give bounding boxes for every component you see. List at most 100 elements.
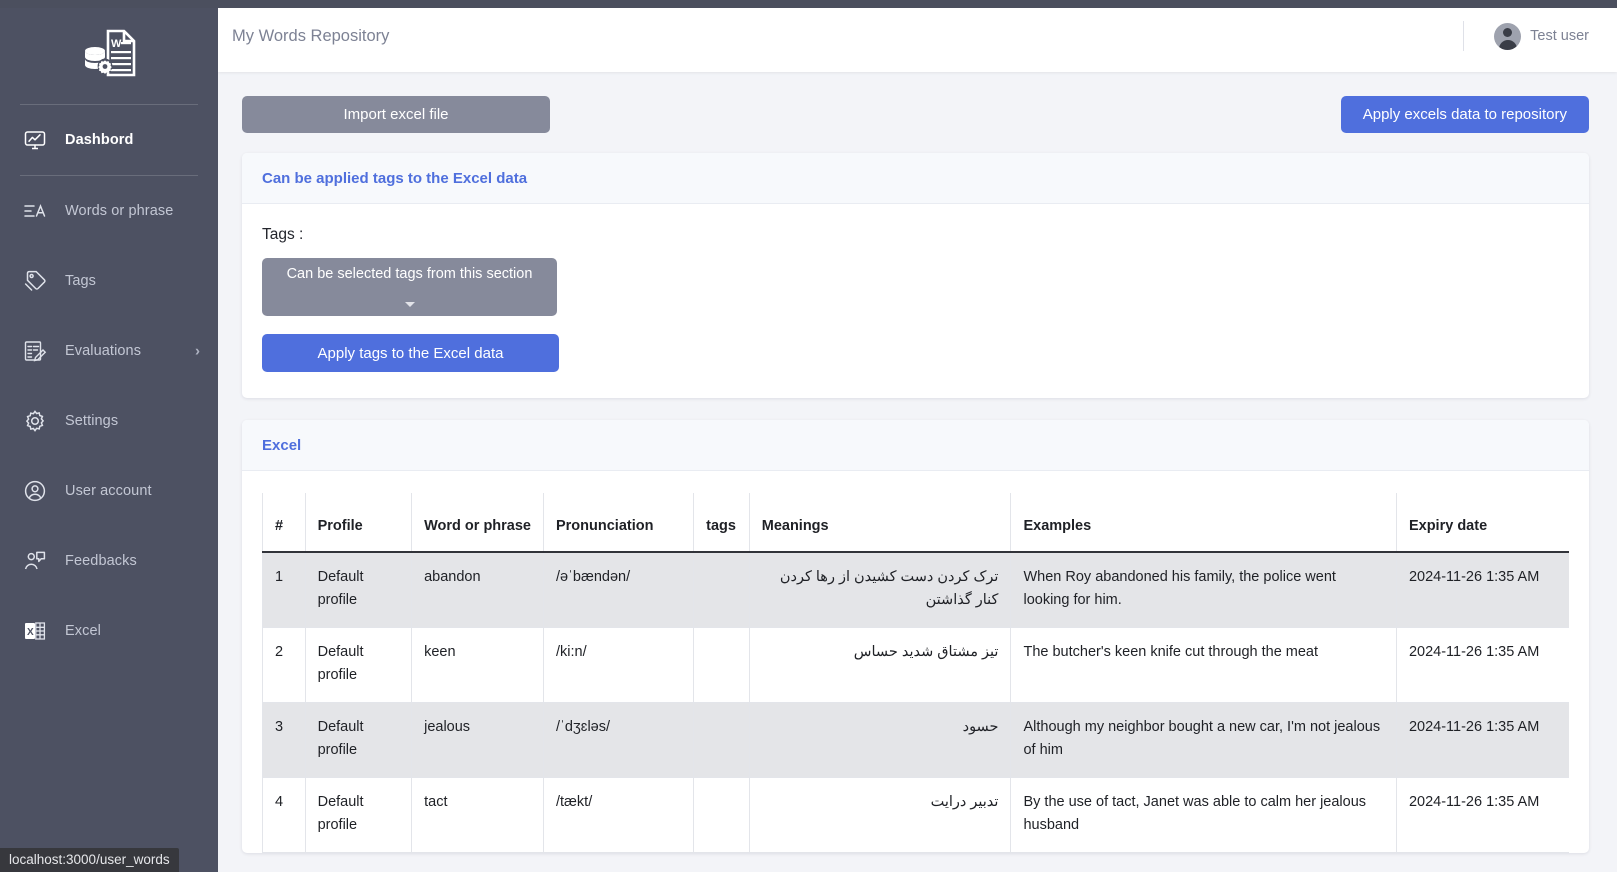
- cell-tags: [693, 702, 750, 778]
- cell-tags: [693, 777, 750, 853]
- import-excel-file-button[interactable]: Import excel file: [242, 96, 550, 133]
- cell-number: 4: [262, 777, 306, 853]
- window-top-strip: [0, 0, 1617, 8]
- apply-excels-data-to-repository-button[interactable]: Apply excels data to repository: [1340, 96, 1589, 133]
- column-header-profile: Profile: [304, 493, 412, 554]
- cell-profile: Default profile: [304, 552, 412, 629]
- svg-text:X: X: [27, 627, 34, 638]
- cell-expiry-date: 2024-11-26 1:35 AM: [1395, 627, 1569, 704]
- cell-number: 1: [262, 552, 306, 629]
- column-header-expiry-date: Expiry date: [1395, 493, 1569, 554]
- tags-card-body: Tags : Can be selected tags from this se…: [242, 204, 1589, 398]
- sidebar-item-settings[interactable]: Settings: [0, 386, 218, 456]
- page-content: Import excel file Apply excels data to r…: [218, 72, 1617, 853]
- cell-profile: Default profile: [304, 777, 412, 853]
- cell-pronunciation: /ˈdʒɛləs/: [542, 702, 694, 778]
- column-header-tags: tags: [693, 493, 750, 554]
- sidebar-item-label: Tags: [65, 273, 97, 289]
- sidebar-item-words-or-phrase[interactable]: Words or phrase: [0, 176, 218, 246]
- excel-table: # Profile Word or phrase Pronunciation t…: [262, 493, 1569, 853]
- column-header-number: #: [262, 493, 306, 554]
- page-title: My Words Repository: [232, 26, 390, 45]
- excel-table-head: # Profile Word or phrase Pronunciation t…: [262, 493, 1569, 554]
- excel-card-title: Excel: [242, 420, 1589, 471]
- table-row[interactable]: 1 Default profile abandon/əˈbændən/ترک کرد…: [262, 552, 1569, 629]
- header-user-area[interactable]: Test user: [1463, 15, 1589, 57]
- cell-number: 2: [262, 627, 306, 704]
- cell-meanings: تیز مشتاق شدید حساس: [748, 627, 1011, 704]
- column-header-examples: Examples: [1010, 493, 1397, 554]
- cell-meanings: ترک کردن دست کشیدن از رها کردن کنار گذاش…: [748, 552, 1011, 629]
- cell-word-or-phrase: abandon: [411, 552, 544, 629]
- browser-status-bar-url: localhost:3000/user_words: [0, 848, 179, 872]
- sidebar-item-feedbacks[interactable]: Feedbacks: [0, 526, 218, 596]
- sidebar-item-label: Words or phrase: [65, 203, 174, 219]
- excel-file-icon: X: [14, 619, 56, 643]
- main-region: My Words Repository Test user Import exc…: [218, 0, 1617, 872]
- cell-examples: By the use of tact, Janet was able to ca…: [1010, 777, 1397, 853]
- excel-card: Excel # Profile Word or phrase Pronuncia…: [242, 420, 1589, 853]
- cell-word-or-phrase: keen: [411, 627, 544, 704]
- svg-text:W: W: [111, 38, 122, 50]
- cell-examples: When Roy abandoned his family, the polic…: [1010, 552, 1397, 629]
- cell-pronunciation: /əˈbændən/: [542, 552, 694, 629]
- sidebar-item-label: Evaluations: [65, 343, 142, 359]
- user-speech-bubble-icon: [14, 549, 56, 573]
- cell-expiry-date: 2024-11-26 1:35 AM: [1395, 552, 1569, 629]
- database-document-gear-icon: W: [78, 21, 140, 83]
- cell-number: 3: [262, 702, 306, 778]
- table-header-row: # Profile Word or phrase Pronunciation t…: [262, 493, 1569, 554]
- table-row[interactable]: 2 Default profile keen/ki:n/تیز مشتاق شدید…: [262, 627, 1569, 704]
- avatar: [1494, 22, 1522, 50]
- tags-label: Tags :: [262, 226, 304, 243]
- sidebar-item-label: User account: [65, 483, 152, 499]
- app-logo[interactable]: W: [0, 0, 218, 104]
- list-text-a-icon: [14, 199, 56, 223]
- header-divider: [1463, 21, 1465, 51]
- table-row[interactable]: 4 Default profile tact/tækt/تدبیر درایت By …: [262, 777, 1569, 853]
- sidebar-item-excel[interactable]: X Excel: [0, 596, 218, 666]
- tags-card-title: Can be applied tags to the Excel data: [242, 153, 1589, 204]
- cell-tags: [693, 552, 750, 629]
- sidebar: W Dashbord Words or phrase Tags Evaluati…: [0, 0, 218, 872]
- sidebar-item-dashbord[interactable]: Dashbord: [0, 105, 218, 175]
- cell-tags: [693, 627, 750, 704]
- cell-examples: The butcher's keen knife cut through the…: [1010, 627, 1397, 704]
- tags-select[interactable]: Can be selected tags from this section: [262, 258, 557, 316]
- cell-expiry-date: 2024-11-26 1:35 AM: [1395, 702, 1569, 778]
- column-header-meanings: Meanings: [748, 493, 1011, 554]
- toolbar: Import excel file Apply excels data to r…: [242, 96, 1589, 133]
- sidebar-item-user-account[interactable]: User account: [0, 456, 218, 526]
- excel-table-wrap: # Profile Word or phrase Pronunciation t…: [242, 471, 1589, 853]
- cell-meanings: تدبیر درایت: [748, 777, 1011, 853]
- exam-paper-pencil-icon: [14, 339, 56, 363]
- table-row[interactable]: 3 Default profile jealous/ˈdʒɛləs/حسود Alth…: [262, 702, 1569, 778]
- user-circle-icon: [14, 479, 56, 503]
- cell-word-or-phrase: jealous: [411, 702, 544, 778]
- tag-icon: [14, 269, 56, 293]
- cell-pronunciation: /ki:n/: [542, 627, 694, 704]
- cell-pronunciation: /tækt/: [542, 777, 694, 853]
- cell-profile: Default profile: [304, 702, 412, 778]
- sidebar-item-label: Excel: [65, 623, 101, 639]
- tags-select-value: Can be selected tags from this section: [286, 266, 533, 282]
- monitor-chart-icon: [14, 128, 56, 152]
- sidebar-item-tags[interactable]: Tags: [0, 246, 218, 316]
- cell-word-or-phrase: tact: [411, 777, 544, 853]
- apply-tags-to-excel-data-button[interactable]: Apply tags to the Excel data: [262, 334, 559, 372]
- tags-card: Can be applied tags to the Excel data Ta…: [242, 153, 1589, 398]
- gear-icon: [14, 409, 56, 433]
- sidebar-item-evaluations[interactable]: Evaluations ›: [0, 316, 218, 386]
- chevron-right-icon[interactable]: ›: [195, 343, 200, 360]
- cell-meanings: حسود: [748, 702, 1011, 778]
- cell-profile: Default profile: [304, 627, 412, 704]
- sidebar-item-label: Settings: [65, 413, 119, 429]
- chevron-down-icon: [404, 302, 415, 307]
- sidebar-item-label: Feedbacks: [65, 553, 137, 569]
- cell-examples: Although my neighbor bought a new car, I…: [1010, 702, 1397, 778]
- column-header-word-or-phrase: Word or phrase: [411, 493, 544, 554]
- excel-table-body: 1 Default profile abandon/əˈbændən/ترک کرد…: [262, 552, 1569, 853]
- sidebar-item-label: Dashbord: [65, 132, 134, 148]
- column-header-pronunciation: Pronunciation: [542, 493, 694, 554]
- cell-expiry-date: 2024-11-26 1:35 AM: [1395, 777, 1569, 853]
